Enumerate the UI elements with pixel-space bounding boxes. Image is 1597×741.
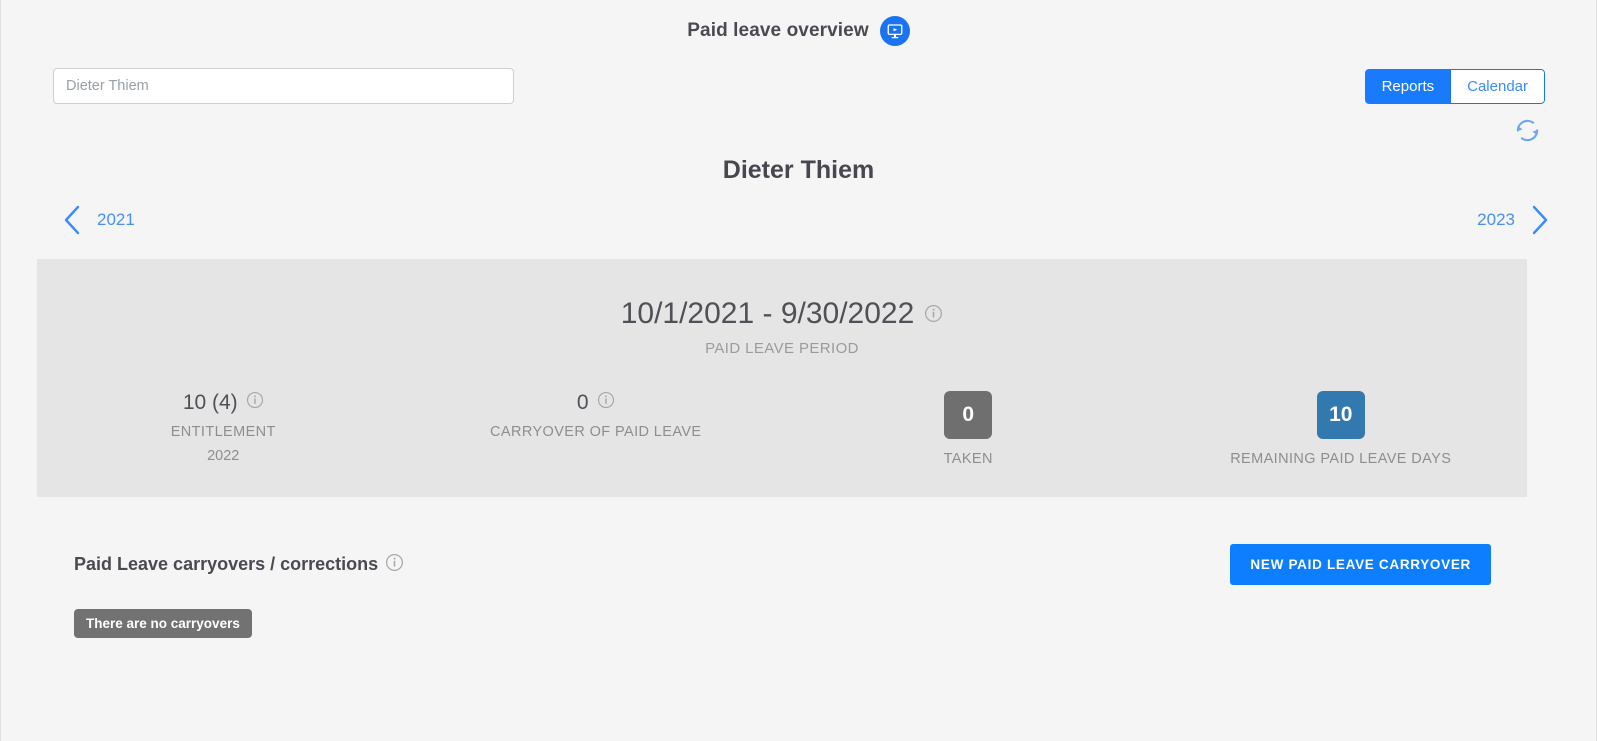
year-navigation: 2021 2023: [1, 195, 1596, 245]
stat-taken: 0 TAKEN: [782, 391, 1155, 467]
stat-carryover-label: CARRYOVER OF PAID LEAVE: [490, 424, 702, 440]
tab-calendar[interactable]: Calendar: [1450, 68, 1545, 104]
carryovers-title: Paid Leave carryovers / corrections: [74, 553, 404, 577]
new-paid-leave-carryover-button[interactable]: NEW PAID LEAVE CARRYOVER: [1230, 544, 1491, 585]
previous-year-label: 2021: [97, 210, 135, 229]
info-icon[interactable]: [597, 391, 615, 415]
no-carryovers-badge: There are no carryovers: [74, 609, 252, 638]
previous-year-button[interactable]: 2021: [61, 203, 135, 237]
remaining-badge: 10: [1316, 391, 1365, 439]
taken-badge: 0: [944, 391, 993, 439]
toolbar: Reports Calendar: [1, 62, 1596, 110]
info-icon[interactable]: [924, 297, 943, 331]
page-title: Paid leave overview: [687, 20, 869, 41]
stat-carryover-value-row: 0: [410, 391, 783, 415]
taken-label: TAKEN: [943, 451, 993, 467]
paid-leave-period: 10/1/2021 - 9/30/2022: [37, 297, 1527, 331]
stat-carryover: 0 CARRYOVER OF PAID LEAVE: [410, 391, 783, 440]
paid-leave-period-value: 10/1/2021 - 9/30/2022: [620, 297, 915, 330]
page-header: Paid leave overview: [1, 0, 1596, 62]
view-toggle: Reports Calendar: [1364, 68, 1545, 104]
stat-entitlement-value: 10 (4): [182, 391, 238, 414]
carryovers-title-text: Paid Leave carryovers / corrections: [74, 554, 379, 574]
stat-carryover-value: 0: [576, 391, 589, 414]
remaining-label: REMAINING PAID LEAVE DAYS: [1230, 451, 1452, 467]
refresh-row: [1, 110, 1596, 150]
paid-leave-period-label: PAID LEAVE PERIOD: [705, 340, 859, 357]
monitor-play-icon[interactable]: [879, 16, 910, 46]
stat-remaining: 10 REMAINING PAID LEAVE DAYS: [1155, 391, 1528, 467]
search-input[interactable]: [53, 68, 514, 104]
refresh-icon[interactable]: [1513, 116, 1542, 145]
info-icon[interactable]: [246, 391, 264, 415]
info-icon[interactable]: [385, 553, 404, 577]
carryovers-section-header: Paid Leave carryovers / corrections NEW …: [1, 544, 1596, 585]
stat-entitlement-label: ENTITLEMENT: [170, 424, 276, 440]
chevron-right-icon: [1529, 203, 1551, 237]
tab-reports[interactable]: Reports: [1364, 68, 1451, 104]
summary-stats: 10 (4) ENTITLEMENT 2022 0 CARRYOVER OF P…: [37, 391, 1527, 467]
next-year-button[interactable]: 2023: [1477, 203, 1551, 237]
person-name: Dieter Thiem: [722, 156, 875, 184]
chevron-left-icon: [61, 203, 83, 237]
stat-entitlement: 10 (4) ENTITLEMENT 2022: [37, 391, 410, 464]
stat-entitlement-value-row: 10 (4): [37, 391, 410, 415]
next-year-label: 2023: [1477, 210, 1515, 229]
paid-leave-summary-panel: 10/1/2021 - 9/30/2022 PAID LEAVE PERIOD …: [37, 259, 1527, 497]
stat-entitlement-year: 2022: [207, 448, 240, 464]
